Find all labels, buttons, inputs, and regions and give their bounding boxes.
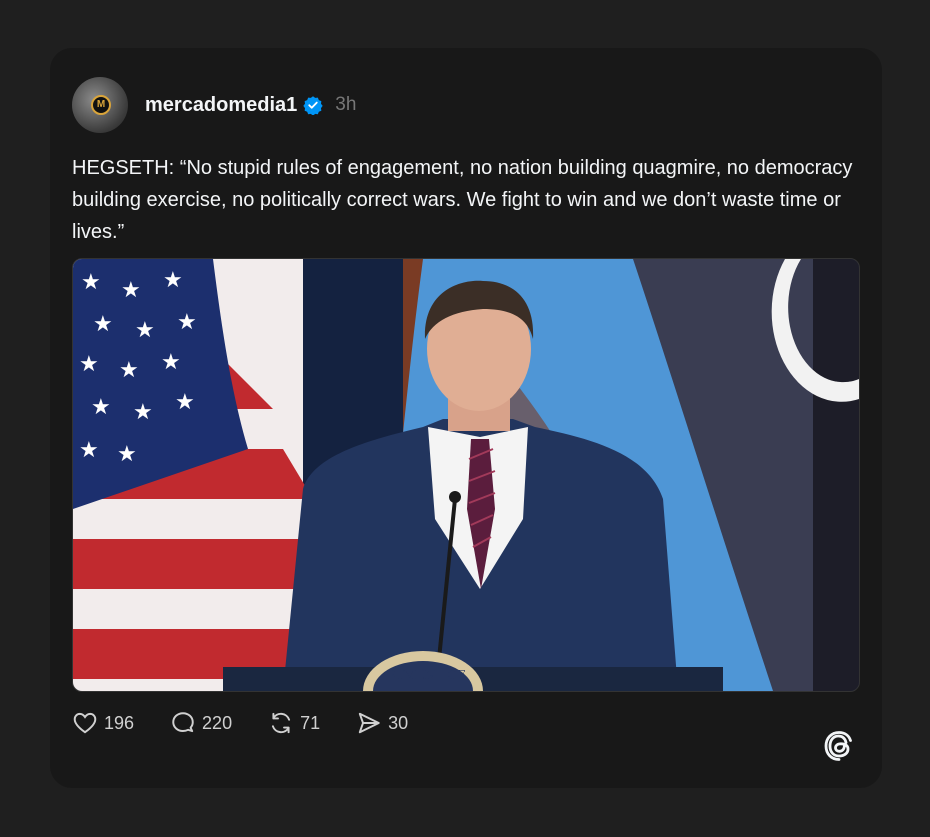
svg-text:★: ★ [93,312,113,337]
verified-badge-icon [303,96,323,115]
svg-text:★: ★ [121,278,141,303]
like-count: 196 [104,712,135,733]
comment-icon [172,712,194,733]
share-button[interactable]: 30 [356,710,408,736]
reply-count: 220 [202,712,233,733]
svg-text:★: ★ [91,395,111,420]
threads-logo-icon[interactable] [822,728,856,764]
svg-text:★: ★ [161,350,181,375]
reply-button[interactable]: 220 [170,710,232,736]
svg-text:★: ★ [81,270,101,295]
svg-text:★: ★ [163,268,183,293]
repost-count: 71 [300,712,321,733]
press-briefing-photo: ★ ★ ★ ★ ★ ★ ★ ★ ★ ★ ★ ★ ★ ★ RTMENT OF [73,259,859,691]
post-header: M mercadomedia1 3h [72,76,356,134]
svg-text:★: ★ [117,442,137,467]
action-bar: 196 220 71 30 [72,710,444,736]
send-icon [358,712,380,734]
like-button[interactable]: 196 [72,710,134,736]
svg-text:★: ★ [79,438,99,463]
repost-icon [271,712,291,734]
share-count: 30 [388,712,409,733]
heart-icon [73,712,97,734]
repost-button[interactable]: 71 [268,710,320,736]
svg-text:★: ★ [175,390,195,415]
post-text: HEGSETH: “No stupid rules of engagement,… [72,157,853,243]
svg-text:★: ★ [119,358,139,383]
us-flag: ★ ★ ★ ★ ★ ★ ★ ★ ★ ★ ★ ★ ★ ★ [73,259,313,691]
username[interactable]: mercadomedia1 [145,94,297,117]
svg-text:★: ★ [79,352,99,377]
svg-text:★: ★ [133,400,153,425]
avatar-badge: M [91,95,111,115]
post-image[interactable]: ★ ★ ★ ★ ★ ★ ★ ★ ★ ★ ★ ★ ★ ★ RTMENT OF [72,258,860,692]
post-timestamp[interactable]: 3h [335,94,356,116]
svg-text:★: ★ [177,310,197,335]
avatar[interactable]: M [72,77,128,133]
svg-text:★: ★ [135,318,155,343]
post-card: M mercadomedia1 3h HEGSETH: “No stupid r… [50,48,882,788]
podium-seal-text: RTMENT OF [387,668,465,682]
